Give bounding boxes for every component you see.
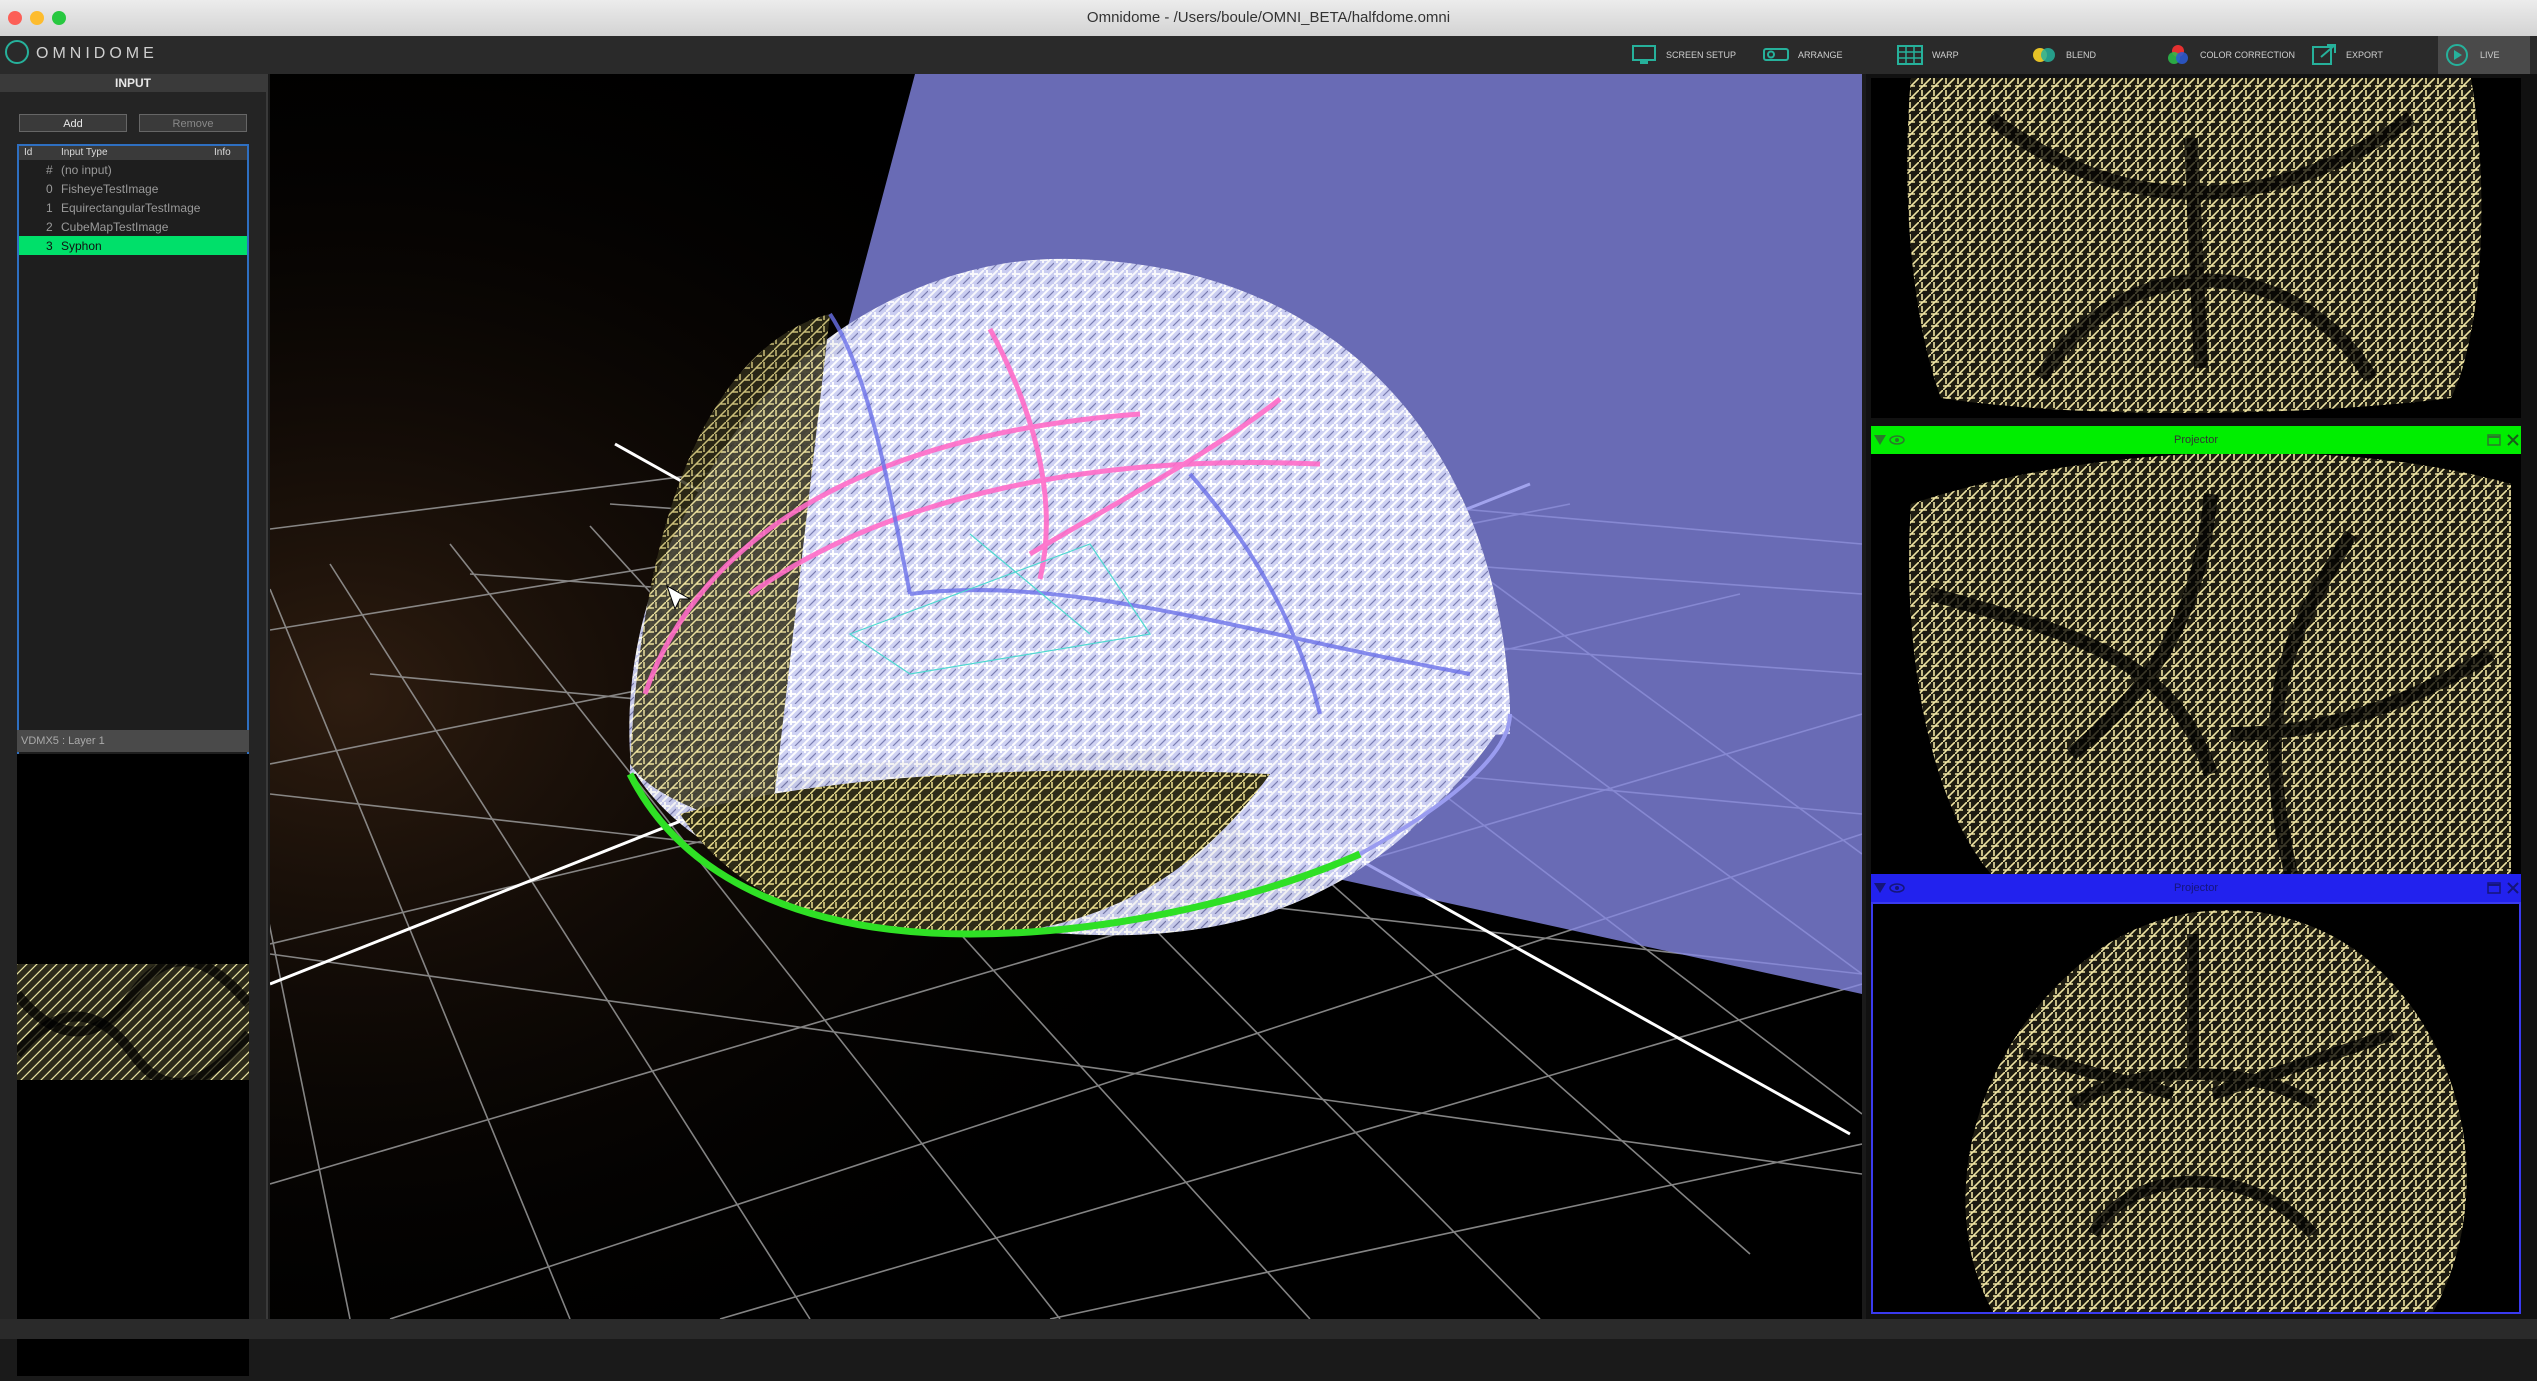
status-bar xyxy=(0,1319,2537,1339)
rgb-drop-icon xyxy=(2168,45,2188,64)
main-toolbar: OMNIDOME SCREEN SETUP ARRANGE WARP BLEND… xyxy=(0,36,2537,74)
remove-input-label: Remove xyxy=(172,118,214,130)
toolbar-color-correction-label: COLOR CORRECTION xyxy=(2200,50,2296,60)
input-preview-image xyxy=(13,956,253,1088)
toolbar-warp-label: WARP xyxy=(1932,50,1959,60)
input-row-cubemap[interactable]: 2 CubeMapTestImage xyxy=(19,217,247,236)
input-row-id: 1 xyxy=(46,201,53,215)
projector-header-2[interactable]: Projector xyxy=(1871,874,2521,902)
input-list[interactable]: Id Input Type Info # (no input) 0 Fishey… xyxy=(17,144,249,789)
toolbar-arrange-button[interactable]: ARRANGE xyxy=(1762,36,1843,74)
input-row-type: CubeMapTestImage xyxy=(61,220,169,234)
blend-circles-icon xyxy=(2033,48,2055,62)
input-row-id: 3 xyxy=(46,239,53,253)
projector-view-1[interactable] xyxy=(1871,454,2521,874)
projector-header-1[interactable]: Projector xyxy=(1871,426,2521,454)
maximize-icon[interactable] xyxy=(2487,882,2501,894)
input-list-header: Id Input Type Info xyxy=(19,146,247,160)
input-row-fisheye[interactable]: 0 FisheyeTestImage xyxy=(19,179,247,198)
projector-view-1-image xyxy=(1909,454,2511,874)
input-row-equirectangular[interactable]: 1 EquirectangularTestImage xyxy=(19,198,247,217)
projector-header-1-label: Projector xyxy=(2173,434,2219,446)
column-header-info[interactable]: Info xyxy=(214,147,231,158)
close-icon[interactable] xyxy=(2507,434,2519,446)
projector-icon xyxy=(1763,48,1789,61)
input-row-id: 2 xyxy=(46,220,53,234)
monitor-icon xyxy=(1632,45,1656,64)
remove-input-button[interactable]: Remove xyxy=(139,114,247,132)
column-header-input-type[interactable]: Input Type xyxy=(61,147,108,158)
app-logo-text: OMNIDOME xyxy=(36,45,158,62)
input-panel-title: INPUT xyxy=(0,74,266,92)
toolbar-screen-setup-button[interactable]: SCREEN SETUP xyxy=(1630,36,1736,74)
input-panel: INPUT Add Remove Id Input Type Info # (n… xyxy=(0,74,268,1376)
input-row-type: (no input) xyxy=(61,163,112,177)
maximize-icon[interactable] xyxy=(2487,434,2501,446)
play-icon xyxy=(2446,44,2468,66)
projector-header-2-label: Projector xyxy=(2173,882,2219,894)
close-icon[interactable] xyxy=(2507,882,2519,894)
toolbar-screen-setup-label: SCREEN SETUP xyxy=(1666,50,1737,60)
input-row-id: 0 xyxy=(46,182,53,196)
toolbar-color-correction-button[interactable]: COLOR CORRECTION xyxy=(2164,36,2295,74)
projector-view-top-image xyxy=(1907,78,2482,413)
projector-view-top[interactable] xyxy=(1871,78,2521,418)
window-titlebar: Omnidome - /Users/boule/OMNI_BETA/halfdo… xyxy=(0,0,2537,37)
3d-viewport[interactable] xyxy=(270,74,1862,1319)
toolbar-export-label: EXPORT xyxy=(2346,50,2383,60)
projector-view-2[interactable] xyxy=(1871,902,2521,1314)
toolbar-blend-label: BLEND xyxy=(2066,50,2097,60)
column-header-id[interactable]: Id xyxy=(24,147,32,158)
input-row-type: Syphon xyxy=(61,239,102,253)
input-row-type: FisheyeTestImage xyxy=(61,182,159,196)
input-row-id: # xyxy=(46,163,53,177)
input-preview-title: VDMX5 : Layer 1 xyxy=(17,730,249,752)
projector-views-panel: Projector Projector xyxy=(1866,74,2537,1319)
export-icon xyxy=(2312,44,2336,65)
dome-scene xyxy=(270,74,1862,1319)
projector-view-2-image xyxy=(1965,910,2467,1312)
input-row-type: EquirectangularTestImage xyxy=(61,201,201,215)
toolbar-warp-button[interactable]: WARP xyxy=(1896,36,1959,74)
add-input-button[interactable]: Add xyxy=(19,114,127,132)
toolbar-live-button[interactable]: LIVE xyxy=(2438,36,2530,74)
input-row-no-input[interactable]: # (no input) xyxy=(19,160,247,179)
toolbar-arrange-label: ARRANGE xyxy=(1798,50,1843,60)
grid-icon xyxy=(1897,45,1923,65)
toolbar-export-button[interactable]: EXPORT xyxy=(2310,36,2383,74)
toolbar-live-label: LIVE xyxy=(2480,50,2500,60)
toolbar-blend-button[interactable]: BLEND xyxy=(2030,36,2096,74)
add-input-label: Add xyxy=(63,118,83,130)
window-title: Omnidome - /Users/boule/OMNI_BETA/halfdo… xyxy=(1086,9,1451,26)
input-row-syphon[interactable]: 3 Syphon xyxy=(19,236,247,255)
input-preview xyxy=(13,754,253,1376)
omnidome-logo-icon xyxy=(5,40,29,64)
